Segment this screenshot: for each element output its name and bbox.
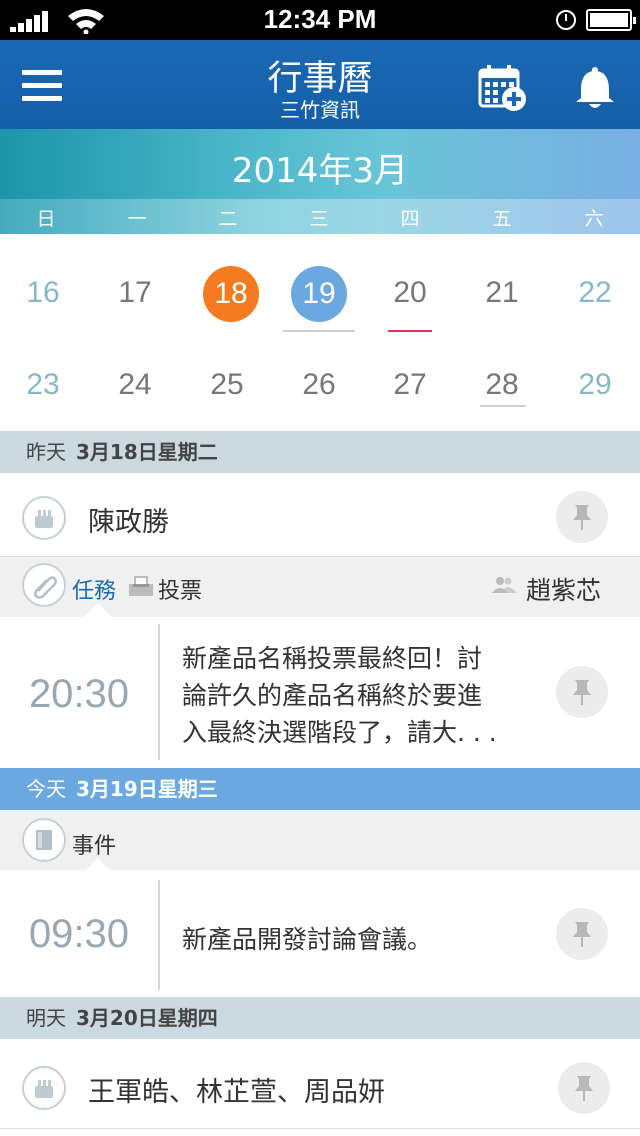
status-bar: 12:34 PM [0,0,640,40]
weekday-label: 日 [36,208,56,230]
vote-box-icon [129,576,153,596]
day-label: 今天 [26,777,66,801]
tab-indicator [84,603,112,617]
notification-bell-icon[interactable] [572,66,618,110]
date-underline [283,330,355,332]
weekday-label: 四 [400,208,420,230]
date-cell[interactable]: 16 [0,276,89,310]
time-divider [158,880,160,990]
birthday-names[interactable]: 陳政勝 [88,500,169,539]
date-cell[interactable]: 21 [456,276,548,310]
tab-event[interactable]: 事件 [72,828,116,860]
event-description-line: 入最終決選階段了，請大. . . [182,718,497,747]
day-date: 3月19日星期三 [76,777,218,801]
event-book-icon [22,818,66,862]
date-cell[interactable]: 22 [549,276,640,310]
add-event-button[interactable] [476,64,528,112]
menu-button[interactable] [22,70,64,104]
weekday-label: 六 [584,208,604,230]
event-description[interactable]: 新產品開發討論會議。 [182,920,432,956]
battery-icon [586,9,636,31]
page-subtitle: 三竹資訊 [280,98,360,122]
date-cell-today[interactable]: 19 [291,266,347,322]
attachment-icon [22,563,66,607]
divider [0,1128,640,1129]
weekday-row: 日 一 二 三 四 五 六 [0,199,640,234]
status-time: 12:34 PM [263,4,377,34]
month-header[interactable]: 2014年3月 [0,129,640,199]
day-section-header: 昨天 3月18日星期二 [0,431,640,473]
date-cell-selected[interactable]: 18 [203,266,259,322]
date-cell[interactable]: 25 [181,368,273,402]
alarm-clock-icon [556,10,576,30]
weekday-label: 三 [309,208,329,230]
date-cell[interactable]: 29 [549,368,640,402]
event-description[interactable]: 新產品名稱投票最終回！討 論許久的產品名稱終於要進 入最終決選階段了，請大. .… [182,640,497,751]
event-time: 20:30 [28,672,130,716]
event-marker [388,330,432,332]
date-underline [480,405,526,407]
date-cell[interactable]: 24 [89,368,181,402]
day-date: 3月20日星期四 [76,1006,218,1030]
day-date: 3月18日星期二 [76,440,218,464]
people-icon [492,577,516,593]
date-cell[interactable]: 26 [273,368,365,402]
birthday-cake-icon [22,496,66,540]
weekday-label: 一 [127,208,147,230]
tab-indicator [84,858,112,872]
month-title: 2014年3月 [231,151,409,191]
pin-button[interactable] [558,1062,610,1114]
date-cell[interactable]: 20 [364,276,456,310]
date-cell[interactable]: 27 [364,368,456,402]
weekday-label: 二 [218,208,238,230]
event-time: 09:30 [28,912,130,956]
day-section-header: 今天 3月19日星期三 [0,768,640,810]
event-description-line: 新產品名稱投票最終回！討 [182,644,483,673]
day-label: 明天 [26,1006,66,1030]
tab-task[interactable]: 任務 [72,573,116,605]
birthday-names[interactable]: 王軍皓、林芷萱、周品妍 [88,1070,385,1109]
birthday-cake-icon [22,1066,66,1110]
day-section-header: 明天 3月20日星期四 [0,997,640,1039]
time-divider [158,624,160,760]
pin-button[interactable] [556,908,608,960]
pin-button[interactable] [556,491,608,543]
event-description-line: 論許久的產品名稱終於要進 [182,681,483,710]
pin-button[interactable] [556,666,608,718]
date-cell[interactable]: 23 [0,368,89,402]
date-cell[interactable]: 17 [89,276,181,310]
day-label: 昨天 [26,440,66,464]
tab-vote[interactable]: 投票 [158,573,202,605]
weekday-label: 五 [492,208,512,230]
date-cell[interactable]: 28 [456,368,548,402]
event-owner: 趙紫芯 [526,576,602,605]
nav-bar: 行事曆 三竹資訊 [0,40,640,129]
